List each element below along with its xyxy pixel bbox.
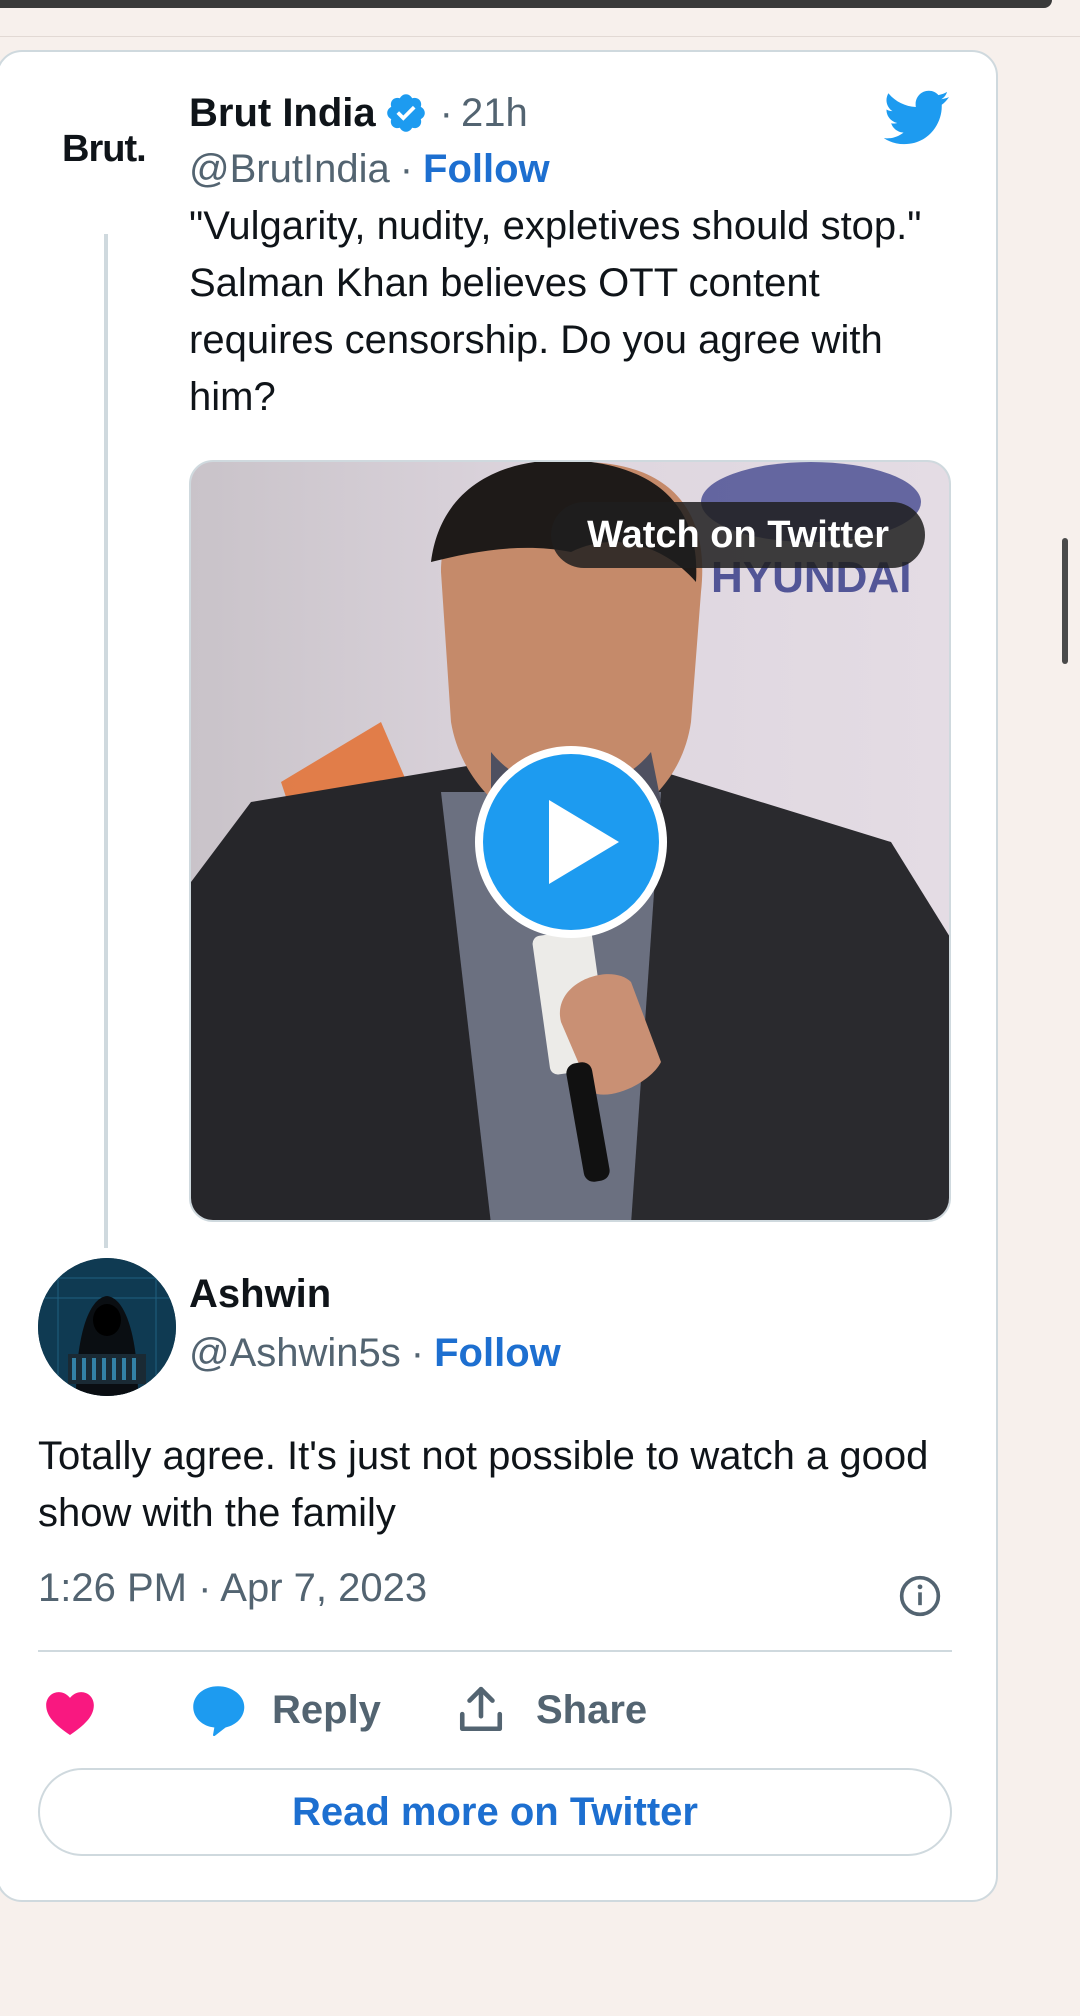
twitter-bird-icon[interactable]: [884, 90, 950, 146]
browser-top-bar: [0, 0, 1052, 8]
handle-separator: ·: [399, 146, 414, 191]
share-upload-icon: [459, 1686, 503, 1732]
reply-timestamp[interactable]: 1:26 PM · Apr 7, 2023: [38, 1566, 427, 1611]
share-button[interactable]: Share: [456, 1680, 647, 1740]
reply-text: Totally agree. It's just not possible to…: [38, 1434, 929, 1535]
actions-divider: [38, 1650, 952, 1652]
reply-bubble-icon: [193, 1686, 245, 1736]
reply-avatar[interactable]: [38, 1258, 176, 1396]
thread-connector-line: [104, 234, 108, 1248]
reply-handle-separator: ·: [410, 1330, 425, 1375]
tweet-video[interactable]: HYUNDAI Watch on Twitter: [189, 460, 951, 1222]
header-separator: ·: [439, 90, 453, 135]
top-divider: [0, 36, 1080, 37]
hacker-avatar-image: [38, 1258, 176, 1396]
action-bar: Reply Share: [38, 1680, 952, 1740]
scrollbar-thumb[interactable]: [1062, 538, 1068, 664]
author-handle[interactable]: @BrutIndia: [189, 147, 390, 192]
tweet-header: Brut India · 21h: [189, 88, 528, 138]
watch-on-twitter-button[interactable]: Watch on Twitter: [551, 502, 925, 568]
reply-follow-button[interactable]: Follow: [434, 1331, 561, 1376]
author-name[interactable]: Brut India: [189, 91, 376, 136]
reply-button[interactable]: Reply: [190, 1680, 381, 1740]
reply-handle-row: @Ashwin5s · Follow: [189, 1328, 561, 1378]
read-more-button[interactable]: Read more on Twitter: [38, 1768, 952, 1856]
heart-icon[interactable]: [44, 1688, 96, 1736]
brut-avatar-logo[interactable]: Brut.: [62, 128, 147, 171]
share-label: Share: [536, 1687, 648, 1732]
tweet-handle-row: @BrutIndia · Follow: [189, 144, 550, 194]
follow-button[interactable]: Follow: [423, 147, 550, 192]
verified-badge-icon: [386, 94, 425, 132]
reply-author-name[interactable]: Ashwin: [189, 1272, 331, 1317]
reply-author-handle[interactable]: @Ashwin5s: [189, 1331, 401, 1376]
tweet-text: "Vulgarity, nudity, expletives should st…: [189, 204, 922, 419]
reply-label: Reply: [272, 1687, 381, 1732]
play-icon[interactable]: [471, 742, 671, 942]
tweet-time[interactable]: 21h: [461, 91, 528, 136]
info-icon[interactable]: [898, 1574, 942, 1618]
